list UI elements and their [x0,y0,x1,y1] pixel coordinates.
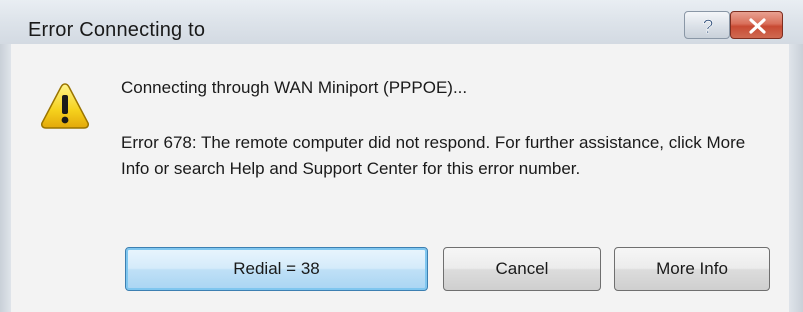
connecting-status-text: Connecting through WAN Miniport (PPPOE).… [121,78,468,97]
error-dialog: Error Connecting to ? Connecting through… [0,0,803,312]
cancel-button[interactable]: Cancel [443,247,601,291]
redial-button[interactable]: Redial = 38 [125,247,428,291]
svg-text:?: ? [703,17,714,38]
help-icon: ? [702,17,714,39]
title-bar[interactable]: Error Connecting to ? [0,0,803,44]
window-frame-left [0,44,11,312]
warning-icon [41,83,89,129]
window-title: Error Connecting to [28,19,206,41]
more-info-button[interactable]: More Info [614,247,770,291]
window-frame-right [789,44,803,312]
help-button[interactable]: ? [684,11,730,39]
error-message: Error 678: The remote computer did not r… [121,133,746,178]
close-icon [749,18,766,34]
close-button[interactable] [730,11,783,39]
